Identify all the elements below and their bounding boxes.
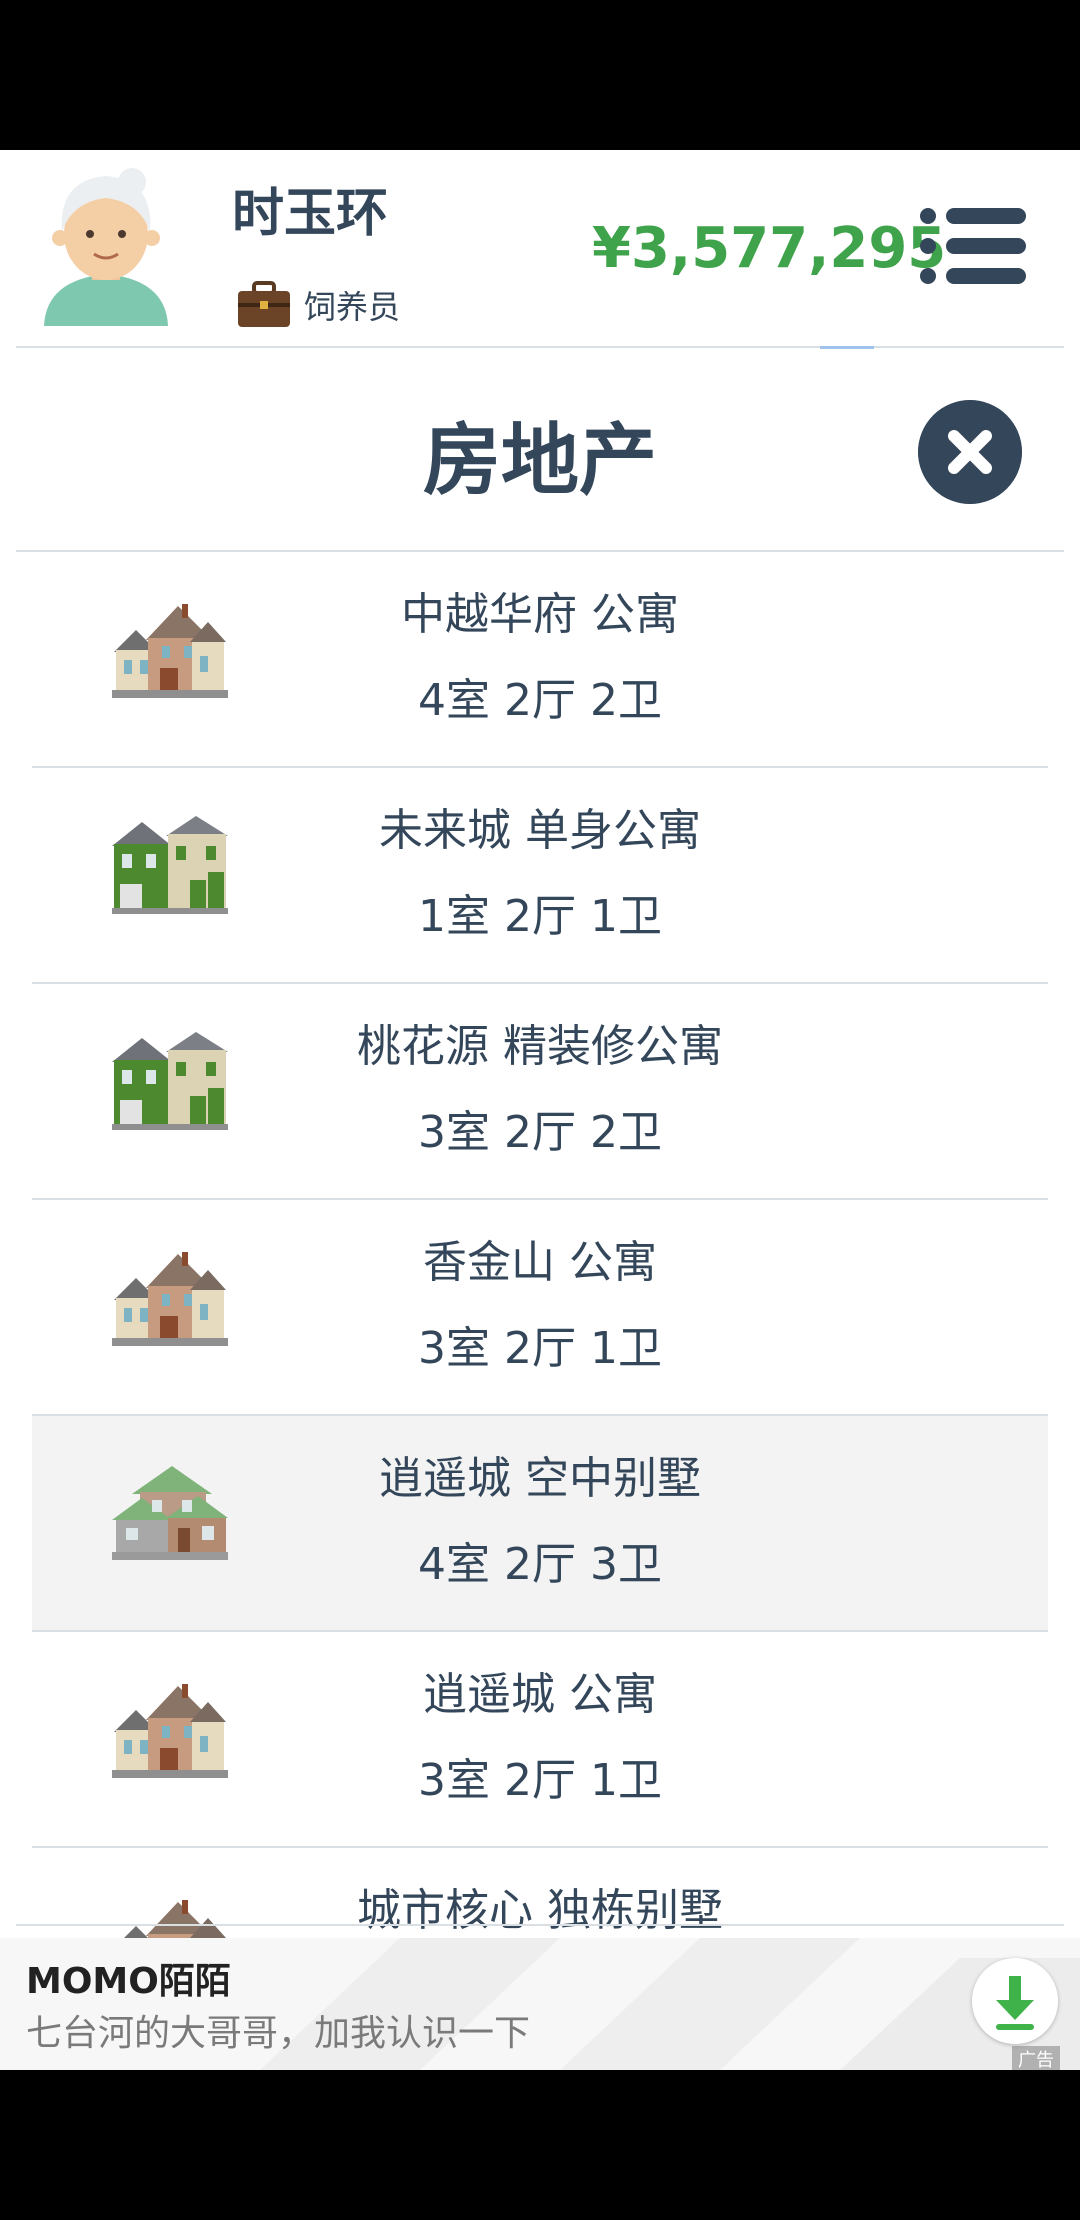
- money-balance: ¥3,577,295: [592, 216, 947, 281]
- property-name: 未来城 单身公寓: [379, 805, 701, 856]
- property-rooms: 4室 2厅 3卫: [418, 1539, 662, 1590]
- property-item[interactable]: 未来城 单身公寓 1室 2厅 1卫: [32, 768, 1048, 984]
- game-screen: 时玉环 饲养员 ¥3,577,295 房地产 中越华府 公寓 4室 2厅 2卫 …: [0, 150, 1080, 2070]
- property-rooms: 4室 2厅 2卫: [418, 675, 662, 726]
- property-rooms: 3室 2厅 1卫: [418, 1755, 662, 1806]
- download-icon[interactable]: [972, 1958, 1058, 2044]
- property-name: 逍遥城 空中别墅: [379, 1453, 701, 1504]
- property-item[interactable]: 香金山 公寓 3室 2厅 1卫: [32, 1200, 1048, 1416]
- player-header: 时玉环 饲养员 ¥3,577,295: [0, 150, 1080, 346]
- job-info: 饲养员: [236, 280, 400, 330]
- property-rooms: 3室 2厅 2卫: [418, 1107, 662, 1158]
- property-name: 城市核心 独栋别墅: [357, 1885, 723, 1936]
- grandma-avatar-icon[interactable]: [36, 162, 176, 326]
- property-rooms: 1室 2厅 1卫: [418, 891, 662, 942]
- close-button[interactable]: [918, 400, 1022, 504]
- ad-label: 广告: [1012, 2046, 1060, 2070]
- briefcase-icon: [238, 281, 290, 327]
- job-title: 饲养员: [304, 288, 401, 326]
- player-name: 时玉环: [232, 184, 389, 244]
- property-item[interactable]: 桃花源 精装修公寓 3室 2厅 2卫: [32, 984, 1048, 1200]
- property-name: 桃花源 精装修公寓: [357, 1021, 723, 1072]
- property-item[interactable]: 中越华府 公寓 4室 2厅 2卫: [32, 552, 1048, 768]
- scroll-indicator: [820, 346, 874, 349]
- property-rooms: 3室 2厅 1卫: [418, 1323, 662, 1374]
- property-list[interactable]: 中越华府 公寓 4室 2厅 2卫 未来城 单身公寓 1室 2厅 1卫 桃花源 精…: [32, 552, 1048, 2032]
- list-bottom-divider: [16, 1924, 1064, 1926]
- property-name: 香金山 公寓: [423, 1237, 657, 1288]
- property-item[interactable]: 逍遥城 公寓 3室 2厅 1卫: [32, 1632, 1048, 1848]
- property-name: 中越华府 公寓: [401, 589, 679, 640]
- property-item-selected[interactable]: 逍遥城 空中别墅 4室 2厅 3卫: [32, 1416, 1048, 1632]
- menu-icon[interactable]: [918, 206, 1028, 286]
- ad-title: MOMO陌陌: [26, 1961, 231, 2002]
- header-divider: [16, 346, 1064, 348]
- property-name: 逍遥城 公寓: [423, 1669, 657, 1720]
- ad-banner[interactable]: MOMO陌陌 七台河的大哥哥，加我认识一下 广告: [0, 1938, 1080, 2070]
- ad-subtitle: 七台河的大哥哥，加我认识一下: [26, 2013, 531, 2054]
